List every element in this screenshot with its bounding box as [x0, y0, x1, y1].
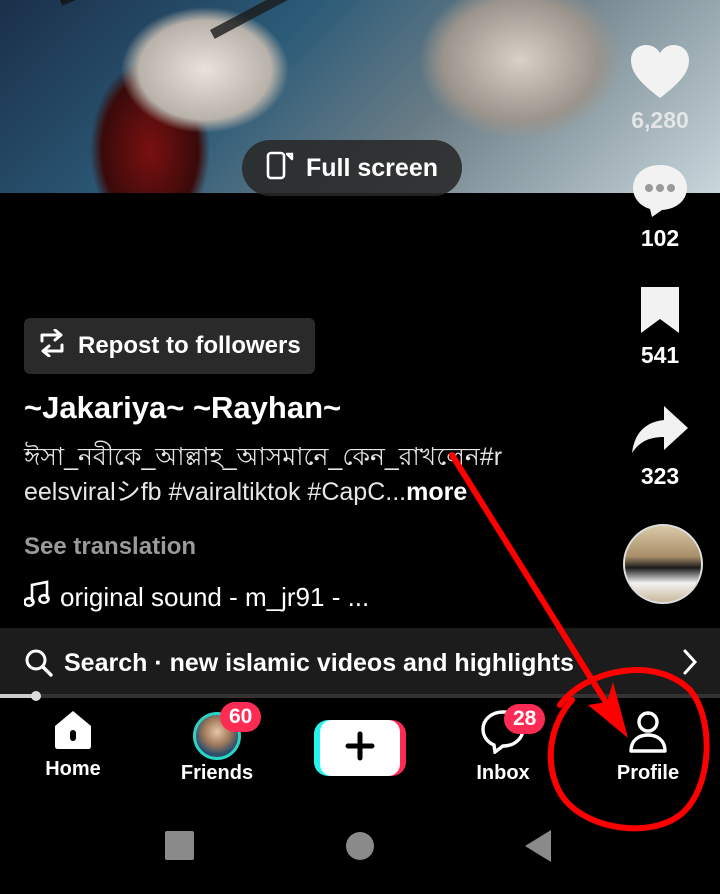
nav-inbox-label: Inbox [476, 762, 530, 784]
heart-icon [629, 45, 691, 104]
search-suggestion-bar[interactable]: Search · new islamic videos and highligh… [0, 628, 720, 698]
inbox-icon [479, 710, 527, 759]
caption-text: ঈসা_নবীকে_আল্লাহ_আসমানে_কেন_রাখলেন#r eel… [24, 440, 572, 510]
friends-badge: 60 [220, 702, 262, 732]
caption-line: ঈসা_নবীকে_আল্লাহ_আসমানে_কেন_রাখলেন#r [24, 443, 503, 471]
sound-link[interactable]: original sound - m_jr91 - ... [23, 580, 370, 615]
recent-apps-button[interactable] [165, 831, 194, 860]
plus-icon [345, 731, 375, 766]
nav-friends-label: Friends [180, 762, 254, 784]
system-home-button[interactable] [346, 832, 374, 860]
share-button[interactable]: 323 [620, 404, 700, 490]
search-icon [24, 648, 54, 678]
author-name[interactable]: ~Jakariya~ ~Rayhan~ [24, 390, 341, 426]
repost-icon [36, 328, 68, 364]
comment-icon [630, 165, 690, 222]
save-count: 541 [640, 342, 680, 368]
see-translation-link[interactable]: See translation [24, 533, 196, 561]
nav-profile-label: Profile [616, 762, 680, 784]
nav-friends[interactable]: 60 Friends [162, 702, 272, 785]
nav-home-label: Home [45, 758, 101, 780]
nav-profile[interactable]: Profile [593, 708, 703, 785]
more-link[interactable]: more [406, 478, 467, 506]
share-count: 323 [640, 463, 680, 489]
nav-inbox[interactable]: 28 Inbox [448, 704, 558, 785]
bookmark-icon [637, 287, 683, 339]
back-button[interactable] [525, 830, 551, 862]
like-count: 6,280 [631, 107, 689, 133]
search-suggestion-text: Search · new islamic videos and highligh… [64, 648, 574, 677]
create-button-face [320, 720, 400, 776]
bottom-navigation: Home 60 Friends 28 Inbox Profile [0, 698, 720, 798]
nav-home[interactable]: Home [18, 708, 128, 781]
inbox-badge: 28 [504, 704, 546, 734]
repost-button[interactable]: Repost to followers [24, 318, 315, 374]
fullscreen-button[interactable]: Full screen [242, 140, 462, 196]
like-button[interactable]: 6,280 [620, 44, 700, 134]
creator-avatar[interactable] [623, 524, 703, 604]
comment-button[interactable]: 102 [620, 162, 700, 252]
person-icon [625, 711, 671, 759]
repost-label: Repost to followers [78, 332, 301, 359]
chevron-right-icon [682, 648, 698, 683]
save-button[interactable]: 541 [620, 285, 700, 369]
system-navigation-bar [0, 798, 720, 894]
sound-label: original sound - m_jr91 - ... [60, 582, 370, 612]
microphone [210, 0, 413, 145]
home-icon [51, 711, 95, 755]
caption-line: eelsviralシfb #vairaltiktok #CapC...more [24, 475, 572, 510]
share-arrow-icon [630, 406, 690, 460]
caption-line-2: eelsviralシfb #vairaltiktok #CapC... [24, 478, 407, 506]
comment-count: 102 [640, 225, 680, 251]
fullscreen-icon [266, 150, 294, 187]
create-button[interactable] [314, 720, 406, 776]
fullscreen-label: Full screen [306, 153, 438, 182]
music-note-icon [23, 580, 50, 615]
